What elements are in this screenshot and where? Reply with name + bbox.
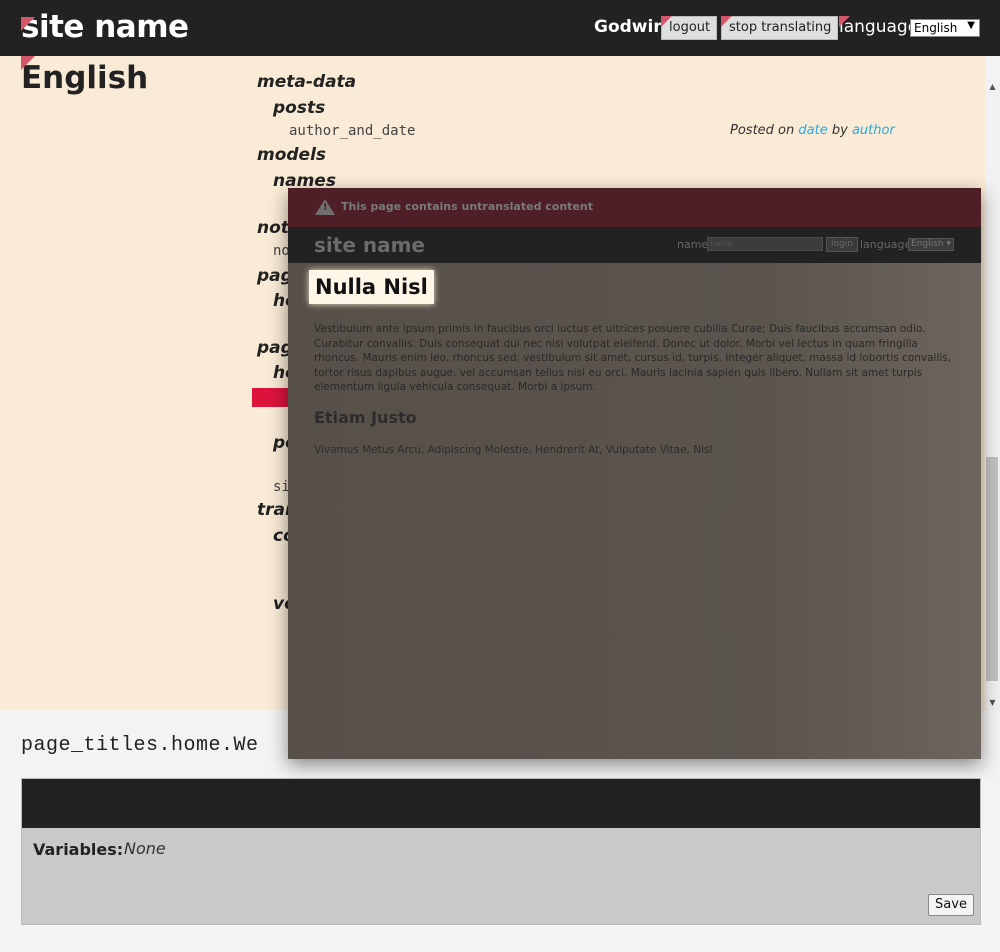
- tree-key[interactable]: models: [257, 145, 326, 165]
- language-select-value: English: [914, 21, 958, 35]
- language-label: language: [839, 17, 919, 37]
- page-preview-overlay: This page contains untranslated content …: [288, 188, 981, 759]
- scrollbar-thumb[interactable]: [986, 457, 998, 681]
- preview-language-label: language: [860, 238, 912, 251]
- author-link[interactable]: author: [852, 123, 895, 138]
- preview-login-button: login: [826, 237, 858, 252]
- top-bar: site name Godwin logout stop translating…: [0, 0, 1000, 56]
- save-button[interactable]: Save: [928, 894, 974, 916]
- preview-body-text: Vestibulum ante ipsum primis in faucibus…: [314, 323, 952, 393]
- preview-name-input: name: [707, 237, 823, 251]
- stop-translating-button[interactable]: stop translating: [721, 16, 839, 40]
- preview-subtext: Vivamus Metus Arcu, Adipiscing Molestie,…: [314, 444, 713, 456]
- tree-key[interactable]: posts: [273, 98, 325, 118]
- preview-language-value: English: [911, 239, 944, 249]
- language-heading: English: [21, 60, 149, 96]
- untranslated-flag-icon: [21, 17, 35, 31]
- tree-key[interactable]: meta-data: [257, 72, 356, 92]
- scrollbar[interactable]: ▲ ▼: [985, 80, 1000, 710]
- site-title[interactable]: site name: [21, 9, 189, 45]
- username: Godwin: [594, 17, 666, 37]
- warning-icon: [315, 199, 335, 215]
- variables-label: Variables:: [33, 840, 124, 859]
- preview-subtitle: Etiam Justo: [314, 408, 417, 427]
- preview-page-title: Nulla Nisl: [309, 270, 434, 304]
- chevron-down-icon: ▼: [967, 20, 975, 31]
- preview-name-label: name: [677, 238, 709, 251]
- translation-editor: Variables: None Save: [21, 778, 981, 925]
- preview-site-title: site name: [314, 233, 425, 257]
- translation-key-path: page_titles.home.We: [21, 734, 259, 757]
- translation-preview: Posted on date by author: [730, 123, 895, 138]
- scroll-down-icon[interactable]: ▼: [985, 696, 1000, 710]
- untranslated-flag-icon: [21, 56, 35, 70]
- untranslated-flag-icon: [839, 16, 850, 27]
- preview-by: by: [831, 123, 848, 138]
- untranslated-warning-bar: This page contains untranslated content: [288, 188, 981, 227]
- selected-item-highlight[interactable]: [252, 388, 292, 407]
- untranslated-flag-icon: [721, 16, 732, 27]
- untranslated-flag-icon: [661, 16, 672, 27]
- translation-input[interactable]: [22, 779, 980, 828]
- warning-text: This page contains untranslated content: [341, 200, 593, 213]
- language-select[interactable]: English ▼: [910, 19, 980, 37]
- tree-leaf[interactable]: author_and_date: [289, 123, 415, 139]
- preview-prefix: Posted on: [730, 123, 795, 138]
- date-link[interactable]: date: [798, 123, 827, 138]
- variables-value: None: [124, 839, 166, 858]
- preview-language-select: English ▾: [908, 238, 954, 251]
- preview-nav: site name name name login language Engli…: [288, 227, 981, 263]
- scroll-up-icon[interactable]: ▲: [985, 80, 1000, 94]
